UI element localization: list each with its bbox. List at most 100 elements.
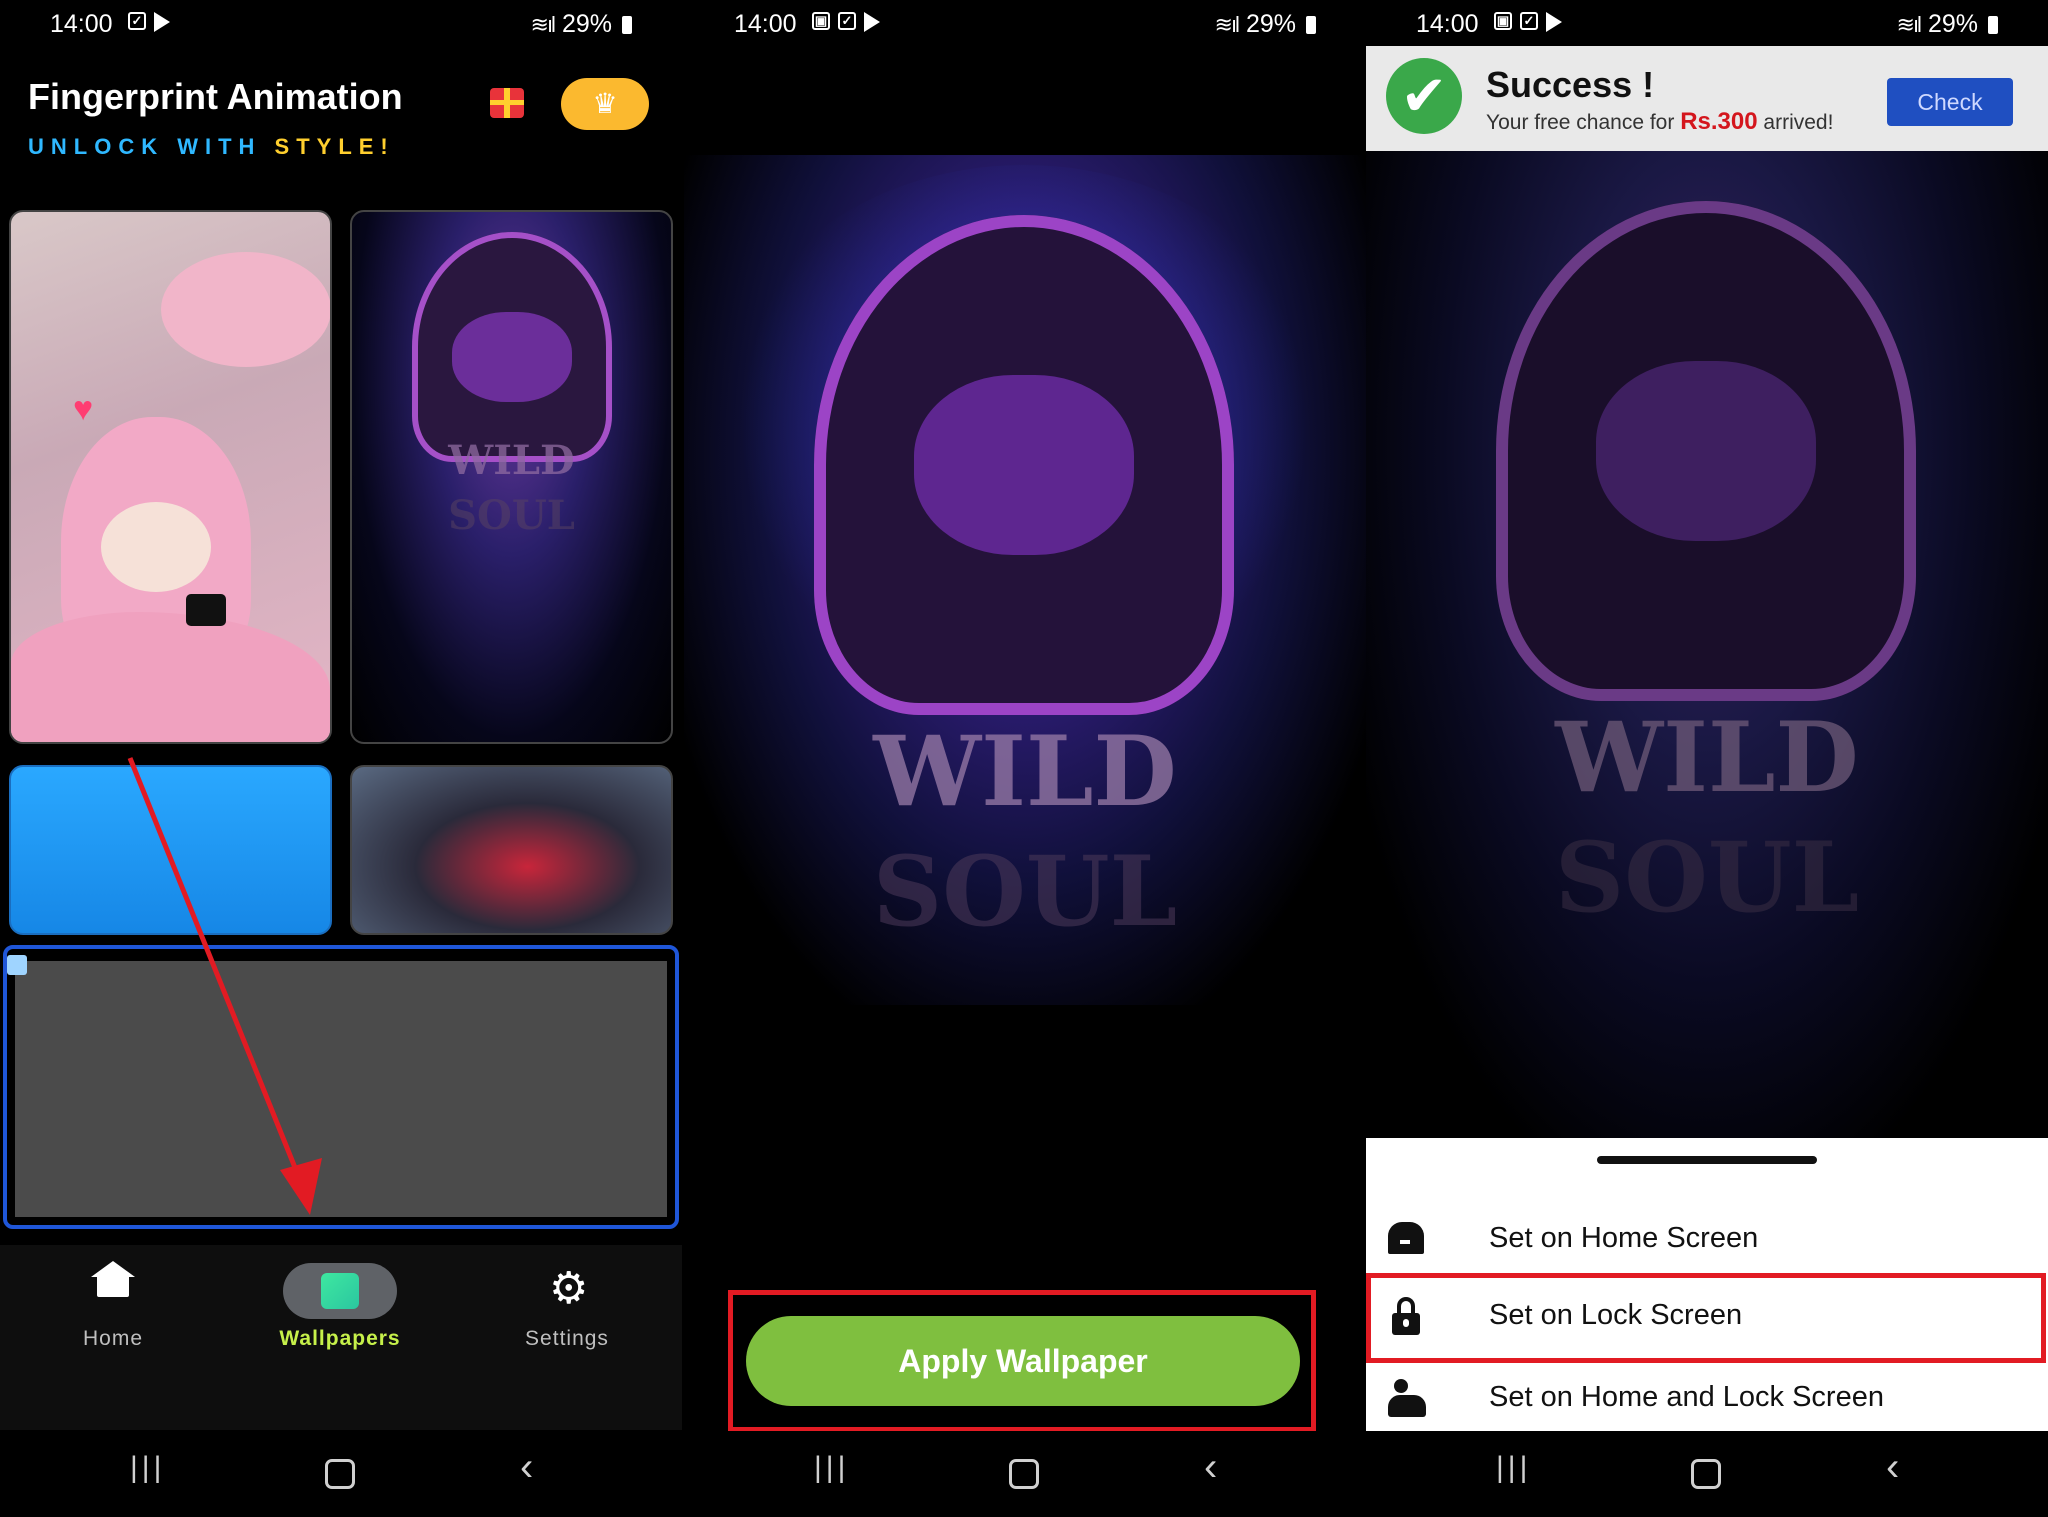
system-home-button[interactable] bbox=[325, 1459, 355, 1489]
screen-set-wallpaper-options: 14:00 ▣ ✓ ≋ıl 29% ✔ Success ! Your free … bbox=[1366, 0, 2048, 1517]
screen-home-wallpapers: 14:00 ✓ ≋ıl 29% Fingerprint Animation UN… bbox=[0, 0, 682, 1517]
wallpaper-text-wild: WILD bbox=[873, 715, 1177, 828]
system-home-button[interactable] bbox=[1691, 1459, 1721, 1489]
system-nav-bar: ||| ‹ bbox=[0, 1431, 682, 1517]
wallpaper-thumb-spider[interactable] bbox=[350, 765, 673, 935]
battery-icon bbox=[622, 15, 632, 34]
wifi-signal-icon: ≋ıl bbox=[530, 11, 556, 37]
play-store-icon bbox=[1546, 12, 1562, 32]
wallpaper-text-wild: WILD bbox=[448, 437, 575, 484]
bunny-face bbox=[101, 502, 211, 592]
play-store-icon bbox=[864, 12, 880, 32]
app-title: Fingerprint Animation bbox=[28, 76, 403, 117]
ad-subtitle-prefix: Your free chance for bbox=[1486, 111, 1681, 134]
wifi-signal-icon: ≋ıl bbox=[1896, 11, 1922, 37]
notification-icons: ▣ ✓ bbox=[1494, 12, 1562, 32]
ad-subtitle: Your free chance for Rs.300 arrived! bbox=[1486, 108, 1833, 136]
wallpaper-thumb-wild-soul[interactable]: WILD SOUL bbox=[350, 210, 673, 744]
home-lock-screen-icon bbox=[1388, 1377, 1428, 1417]
ad-placeholder bbox=[15, 961, 667, 1217]
wallpaper-text-soul: SOUL bbox=[448, 492, 575, 539]
recent-apps-button[interactable]: ||| bbox=[1496, 1451, 1531, 1485]
gallery-notification-icon: ▣ bbox=[812, 12, 830, 30]
wallpaper-text-soul: SOUL bbox=[1554, 821, 1860, 934]
option-home-label: Set on Home Screen bbox=[1489, 1222, 1759, 1254]
status-bar: 14:00 ▣ ✓ ≋ıl 29% bbox=[1366, 0, 2048, 48]
option-both-label: Set on Home and Lock Screen bbox=[1489, 1381, 1884, 1413]
status-right: ≋ıl 29% bbox=[531, 10, 632, 39]
sheet-drag-handle[interactable] bbox=[1597, 1156, 1817, 1164]
checkbox-notification-icon: ✓ bbox=[128, 12, 146, 30]
status-right: ≋ıl 29% bbox=[1215, 10, 1316, 39]
blanket bbox=[11, 612, 330, 742]
gallery-notification-icon: ▣ bbox=[1494, 12, 1512, 30]
nav-home-label: Home bbox=[82, 1327, 144, 1350]
crown-icon: ♛ bbox=[592, 88, 618, 119]
battery-level: 29% bbox=[1927, 10, 1978, 38]
highlight-box-lock-screen bbox=[1366, 1273, 2046, 1363]
battery-level: 29% bbox=[561, 10, 612, 38]
recent-apps-button[interactable]: ||| bbox=[130, 1451, 165, 1485]
tagline-part2: STYLE! bbox=[274, 134, 395, 159]
thought-bubble bbox=[161, 252, 330, 367]
status-bar: 14:00 ▣ ✓ ≋ıl 29% bbox=[684, 0, 1366, 48]
battery-icon bbox=[1306, 15, 1316, 34]
tagline-part1: UNLOCK WITH bbox=[28, 134, 275, 159]
notification-icons: ▣ ✓ bbox=[812, 12, 880, 32]
status-right: ≋ıl 29% bbox=[1897, 10, 1998, 39]
status-time: 14:00 bbox=[50, 10, 113, 38]
ad-subtitle-suffix: arrived! bbox=[1757, 111, 1834, 134]
mask-face bbox=[452, 312, 572, 402]
nav-wallpapers-label: Wallpapers bbox=[279, 1327, 401, 1350]
gift-icon[interactable] bbox=[490, 88, 524, 118]
system-home-button[interactable] bbox=[1009, 1459, 1039, 1489]
wifi-signal-icon: ≋ıl bbox=[1214, 11, 1240, 37]
wallpaper-text-wild: WILD bbox=[1555, 701, 1859, 814]
ad-amount: Rs.300 bbox=[1680, 108, 1758, 135]
option-set-home-and-lock-screen[interactable]: Set on Home and Lock Screen bbox=[1366, 1357, 2048, 1437]
home-screen-icon bbox=[1388, 1222, 1424, 1254]
play-store-icon bbox=[154, 12, 170, 32]
ad-banner[interactable] bbox=[3, 945, 679, 1229]
premium-crown-button[interactable]: ♛ bbox=[561, 78, 649, 130]
mask-face bbox=[914, 375, 1134, 555]
wallpaper-thumb-blue[interactable] bbox=[9, 765, 332, 935]
ad-title: Success ! bbox=[1486, 64, 1655, 105]
ad-check-button[interactable]: Check bbox=[1887, 78, 2013, 126]
status-time: 14:00 bbox=[734, 10, 797, 38]
status-bar: 14:00 ✓ ≋ıl 29% bbox=[0, 0, 682, 48]
back-button[interactable]: ‹ bbox=[520, 1445, 533, 1490]
app-tagline: UNLOCK WITH STYLE! bbox=[28, 134, 395, 160]
recent-apps-button[interactable]: ||| bbox=[814, 1451, 849, 1485]
heart-icon: ♥ bbox=[73, 390, 94, 428]
checkbox-notification-icon: ✓ bbox=[1520, 12, 1538, 30]
system-nav-bar: ||| ‹ bbox=[684, 1431, 1366, 1517]
battery-level: 29% bbox=[1245, 10, 1296, 38]
nav-home[interactable]: Home bbox=[33, 1261, 193, 1351]
checkmark-icon: ✔ bbox=[1386, 58, 1462, 134]
bottom-navigation: Home Wallpapers ⚙ Settings bbox=[0, 1245, 682, 1430]
ad-banner-success[interactable]: ✔ Success ! Your free chance for Rs.300 … bbox=[1366, 46, 2048, 151]
wallpaper-preview-dimmed: WILD SOUL bbox=[1366, 151, 2048, 1141]
ad-choices-icon[interactable] bbox=[7, 955, 27, 975]
wallpapers-icon bbox=[283, 1263, 397, 1319]
phone-icon bbox=[186, 594, 226, 626]
status-time: 14:00 bbox=[1416, 10, 1479, 38]
apply-wallpaper-button[interactable]: Apply Wallpaper bbox=[746, 1316, 1300, 1406]
notification-icons: ✓ bbox=[128, 12, 170, 32]
nav-settings-label: Settings bbox=[525, 1327, 609, 1350]
wallpaper-text-soul: SOUL bbox=[872, 835, 1178, 948]
gear-icon: ⚙ bbox=[549, 1264, 589, 1313]
wallpaper-preview-image: WILD SOUL bbox=[684, 155, 1366, 1005]
nav-settings[interactable]: ⚙ Settings bbox=[487, 1263, 647, 1351]
mask-face bbox=[1596, 361, 1816, 541]
system-nav-bar: ||| ‹ bbox=[1366, 1431, 2048, 1517]
nav-wallpapers[interactable]: Wallpapers bbox=[260, 1263, 420, 1351]
battery-icon bbox=[1988, 15, 1998, 34]
home-icon bbox=[83, 1261, 143, 1311]
option-set-home-screen[interactable]: Set on Home Screen bbox=[1366, 1198, 2048, 1278]
screen-wallpaper-preview: 14:00 ▣ ✓ ≋ıl 29% WILD SOUL Apply Wallpa… bbox=[684, 0, 1366, 1517]
wallpaper-thumb-bunny[interactable]: ♥ bbox=[9, 210, 332, 744]
back-button[interactable]: ‹ bbox=[1204, 1445, 1217, 1490]
back-button[interactable]: ‹ bbox=[1886, 1445, 1899, 1490]
